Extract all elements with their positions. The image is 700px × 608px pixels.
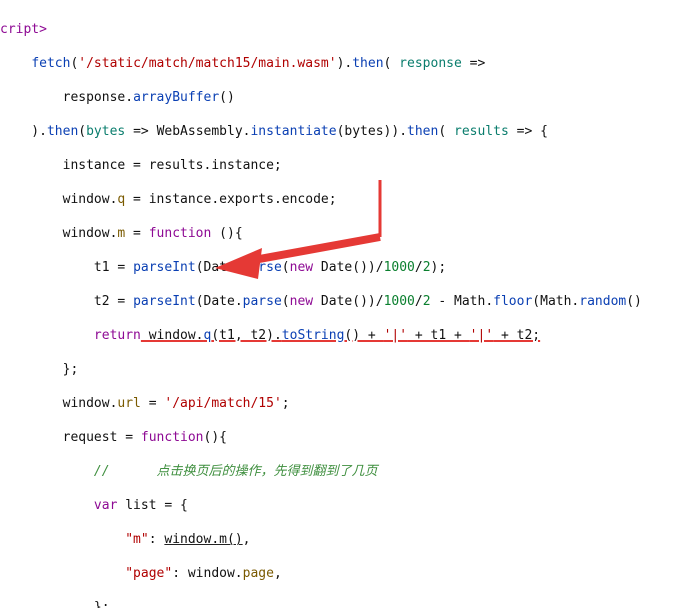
code-block: cript> fetch('/static/match/match15/main…	[0, 0, 700, 608]
comment-chinese: 点击换页后的操作，先得到翻到了几页	[110, 464, 378, 479]
fetch-call: fetch	[31, 56, 70, 71]
script-tag: cript>	[0, 22, 47, 37]
